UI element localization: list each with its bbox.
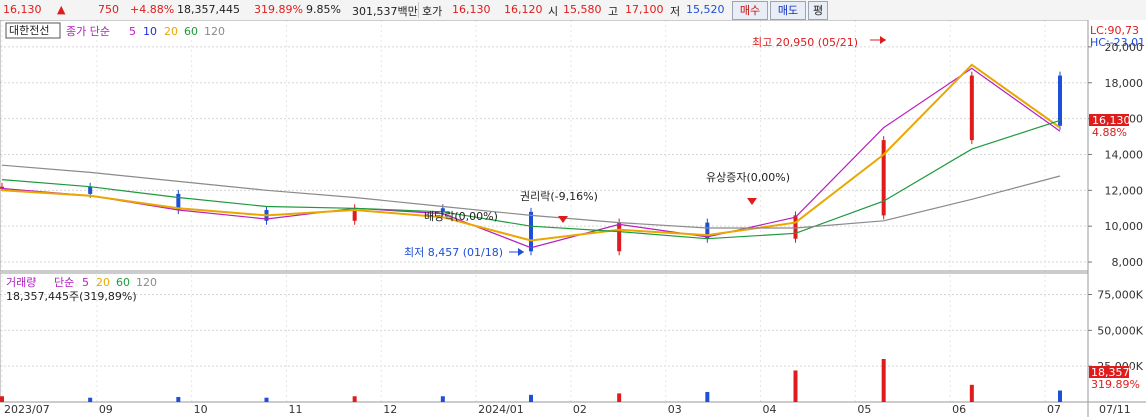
volume-bar — [617, 393, 622, 402]
volume-bar — [705, 391, 710, 402]
high-value: 17,100 — [625, 3, 664, 16]
legend-ma20: 20 — [164, 25, 178, 38]
price-tick-label: 12,000 — [1105, 184, 1144, 197]
vol-legend-ma120: 120 — [136, 276, 157, 289]
x-tick-label: 10 — [194, 403, 208, 416]
x-tick-label: 02 — [573, 403, 587, 416]
volume-tick-label: 50,000K — [1097, 324, 1143, 337]
price-legend-label: 종가 단순 — [66, 25, 110, 38]
price-tick-label: 8,000 — [1112, 256, 1144, 269]
capital-increase-annotation: 유상증자(0,00%) — [706, 171, 790, 184]
open-label: 시 — [548, 5, 559, 18]
low-annotation: 최저 8,457 (01/18) — [404, 246, 503, 259]
x-tick-label: 2023/07 — [4, 403, 50, 416]
up-arrow-icon: ▲ — [57, 3, 66, 16]
dividend-annotation: 배당락(0,00%) — [424, 210, 498, 223]
buy-button[interactable]: 매수 — [732, 1, 768, 20]
high-label: 고 — [608, 5, 619, 18]
price-tick-label: 10,000 — [1105, 220, 1144, 233]
volume-bar — [264, 397, 269, 402]
hoga-label: 호가 — [422, 5, 443, 18]
candle-body — [969, 75, 974, 141]
x-tick-label: 05 — [857, 403, 871, 416]
candle-body — [88, 186, 93, 194]
volume-value: 18,357,445 — [177, 3, 240, 16]
low-label: 저 — [670, 5, 681, 18]
x-tick-label: 09 — [99, 403, 113, 416]
price-tick-label: 14,000 — [1105, 148, 1144, 161]
price-change: 750 — [98, 3, 119, 16]
volume-ratio: 319.89% — [254, 3, 303, 16]
low-value: 15,520 — [686, 3, 725, 16]
price-change-pct: +4.88% — [130, 3, 175, 16]
legend-ma5: 5 — [129, 25, 136, 38]
volume-tick-label: 75,000K — [1097, 289, 1143, 302]
vol-legend-ma5: 5 — [82, 276, 89, 289]
x-tick-label: 04 — [763, 403, 777, 416]
candle-body — [881, 140, 886, 216]
hoga-sell: 16,130 — [452, 3, 491, 16]
volume-bar — [793, 370, 798, 402]
quote-bar: 16,130 ▲ 750 +4.88% 18,357,445 319.89% 9… — [0, 0, 1146, 21]
volume-legend-label: 거래량 — [6, 276, 36, 289]
candle-body — [617, 222, 622, 252]
stock-name: 대한전선 — [9, 24, 49, 37]
trade-value: 301,537백만 — [352, 5, 418, 18]
legend-ma10: 10 — [143, 25, 157, 38]
volume-bar — [529, 394, 533, 402]
candle-body — [793, 215, 798, 239]
volume-bar — [0, 396, 4, 402]
price-tick-label: 18,000 — [1105, 77, 1144, 90]
x-tick-label: 12 — [383, 403, 397, 416]
rights-annotation: 권리락(-9,16%) — [520, 190, 598, 203]
volume-bar — [88, 397, 93, 402]
candle-body — [529, 211, 533, 252]
legend-ma60: 60 — [184, 25, 198, 38]
volume-current: 18,357,445주(319,89%) — [6, 290, 137, 303]
hoga-buy: 16,120 — [504, 3, 543, 16]
candle-body — [1058, 75, 1062, 126]
volume-bar — [440, 396, 445, 402]
volume-bar — [881, 359, 886, 402]
volume-bar — [1058, 390, 1062, 402]
stock-chart[interactable]: 8,00010,00012,00014,00016,00018,00020,00… — [0, 20, 1146, 417]
last-pct-tag-text: 4.88% — [1092, 126, 1127, 139]
last-volume-pct-text: 319.89% — [1091, 378, 1140, 391]
vol-legend-ma60: 60 — [116, 276, 130, 289]
volume-bar — [969, 384, 974, 402]
high-annotation: 최고 20,950 (05/21) — [752, 36, 858, 49]
volume-bar — [352, 396, 357, 402]
vol-legend-ma20: 20 — [96, 276, 110, 289]
x-tick-label: 07/11 — [1099, 403, 1131, 416]
evaluation-button[interactable]: 평 — [808, 1, 828, 20]
turnover-rate: 9.85% — [306, 3, 341, 16]
x-tick-label: 06 — [952, 403, 966, 416]
x-tick-label: 07 — [1047, 403, 1061, 416]
x-tick-label: 03 — [668, 403, 682, 416]
x-tick-label: 2024/01 — [478, 403, 524, 416]
current-price: 16,130 — [3, 3, 42, 16]
x-tick-label: 11 — [288, 403, 302, 416]
hc-readout: HC:-23,01 — [1090, 36, 1145, 49]
legend-ma120: 120 — [204, 25, 225, 38]
open-value: 15,580 — [563, 3, 602, 16]
volume-legend-type: 단순 — [54, 276, 74, 289]
volume-bar — [176, 396, 181, 402]
sell-button[interactable]: 매도 — [770, 1, 806, 20]
